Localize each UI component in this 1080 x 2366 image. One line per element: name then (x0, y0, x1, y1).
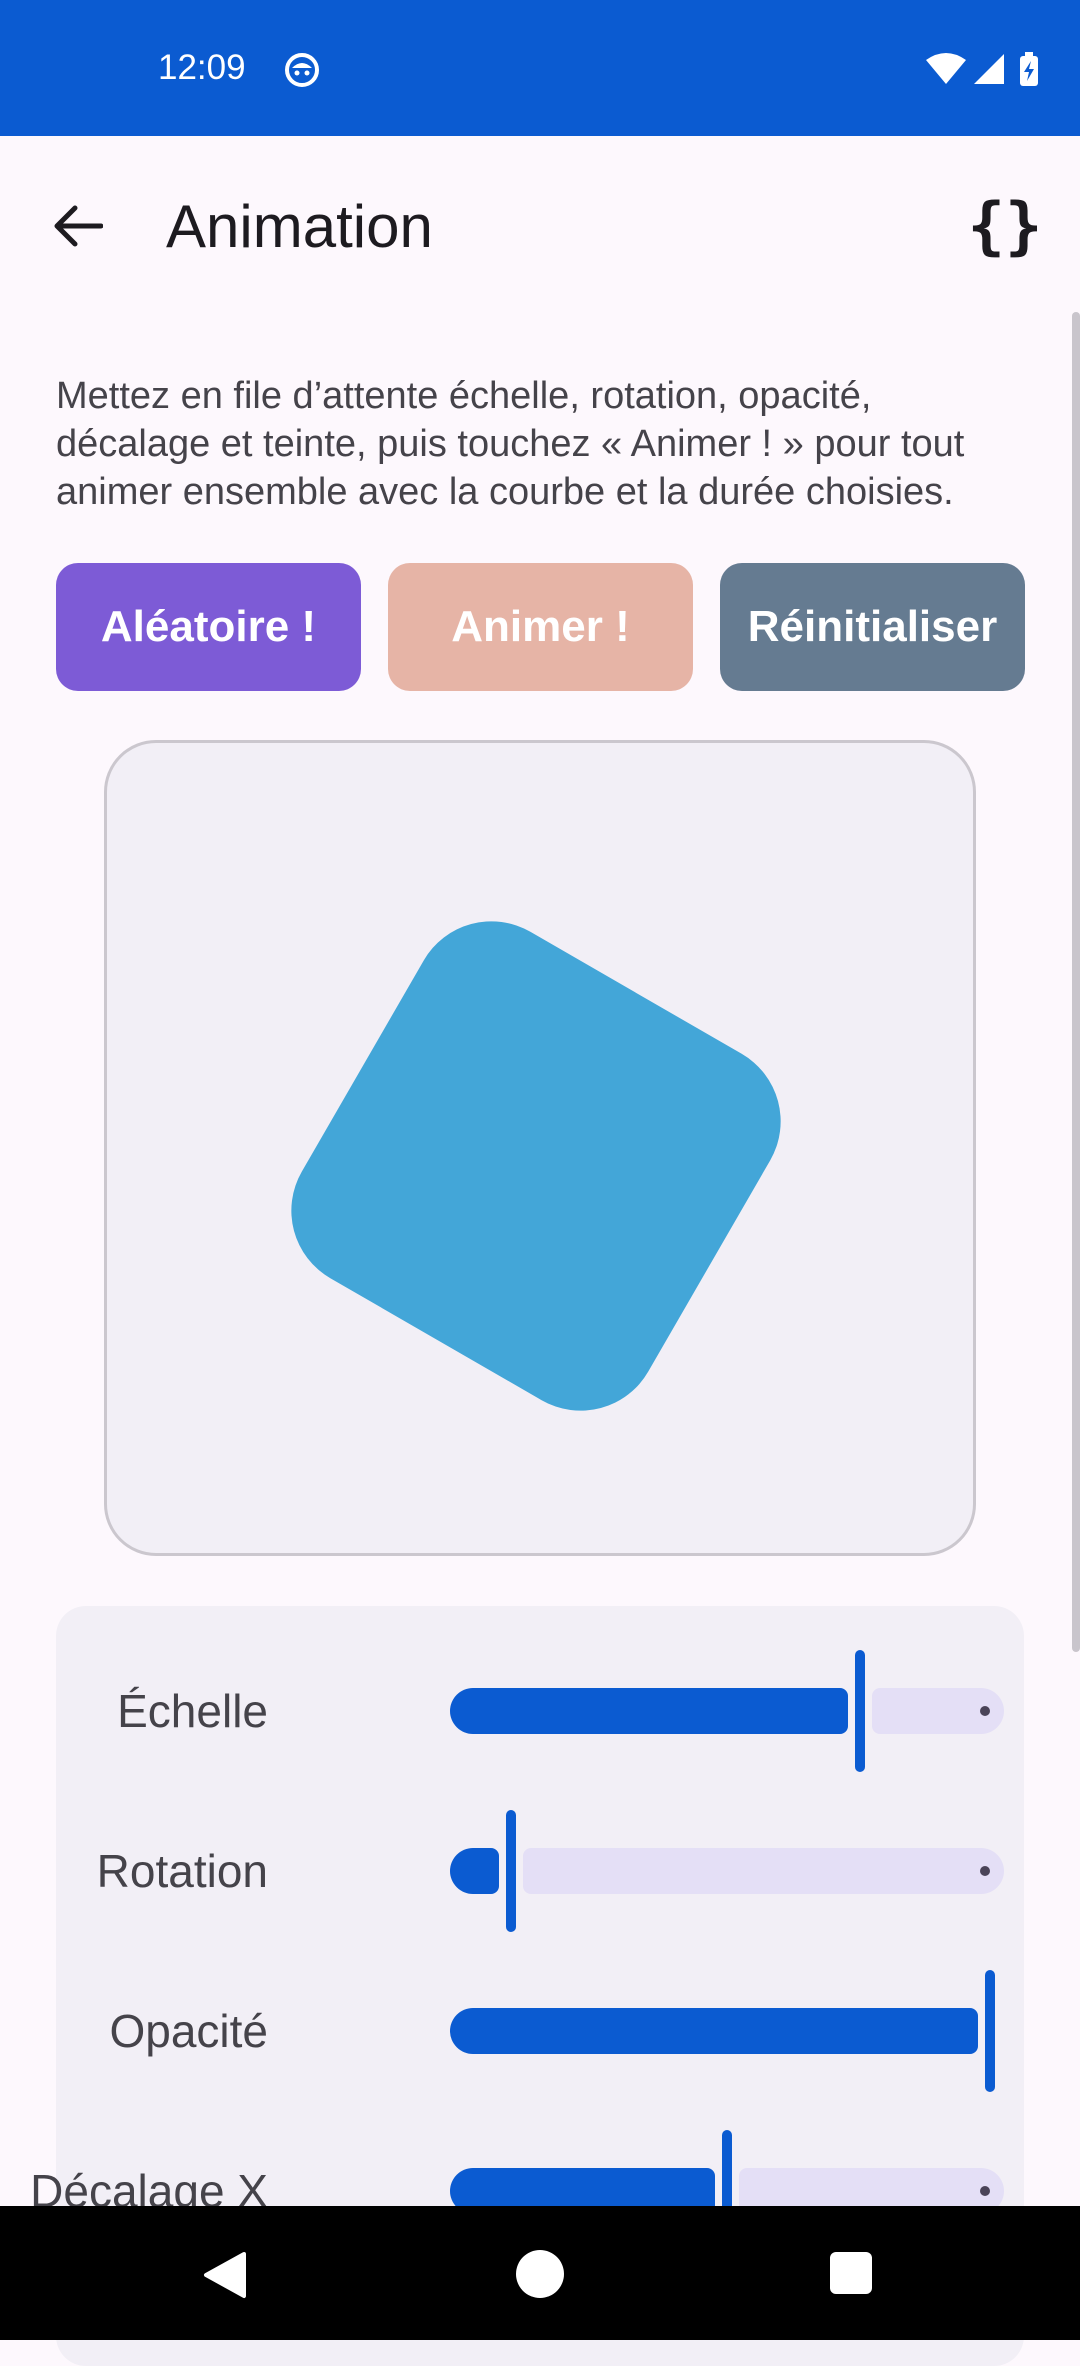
top-app-bar: Animation {} (0, 136, 1080, 316)
slider-label-scale: Échelle (117, 1685, 268, 1737)
page-title: Animation (166, 193, 433, 260)
animate-button[interactable]: Animer ! (388, 563, 693, 691)
nav-back-icon[interactable] (200, 2250, 250, 2300)
slider-stop-indicator (980, 1866, 990, 1876)
scale-slider[interactable] (450, 1650, 1004, 1772)
wifi-icon (926, 53, 966, 84)
reset-button[interactable]: Réinitialiser (720, 563, 1025, 691)
signal-icon (974, 54, 1004, 84)
random-button[interactable]: Aléatoire ! (56, 563, 361, 691)
rotation-slider[interactable] (450, 1810, 1004, 1932)
slider-stop-indicator (980, 1706, 990, 1716)
slider-inactive-track (522, 1848, 1004, 1894)
status-time: 12:09 (158, 48, 246, 87)
slider-label-opacity: Opacité (109, 2005, 268, 2057)
arrow-back-icon (54, 205, 103, 247)
opacity-slider[interactable] (450, 1970, 1004, 2092)
slider-label-rotation: Rotation (96, 1845, 268, 1897)
code-button[interactable]: {} (960, 186, 1050, 266)
slider-handle[interactable] (985, 1970, 995, 2092)
back-button[interactable] (40, 188, 116, 264)
scrollbar[interactable] (1072, 312, 1080, 1652)
system-navigation-bar (0, 2206, 1080, 2340)
slider-stop-indicator (980, 2186, 990, 2196)
slider-active-track (450, 1848, 499, 1894)
status-indicators (926, 52, 1038, 86)
nav-recents-icon[interactable] (830, 2252, 872, 2294)
slider-handle[interactable] (505, 1810, 516, 1932)
code-braces-icon: {} (967, 189, 1043, 262)
nav-home-icon[interactable] (516, 2250, 564, 2298)
slider-active-track (450, 2008, 978, 2054)
slider-active-track (450, 1688, 848, 1734)
description-text: Mettez en file d’attente échelle, rotati… (56, 375, 965, 513)
app-notification-icon (285, 53, 319, 87)
status-bar: 12:09 (0, 0, 1080, 136)
slider-handle[interactable] (854, 1650, 865, 1772)
battery-icon (1020, 52, 1038, 86)
